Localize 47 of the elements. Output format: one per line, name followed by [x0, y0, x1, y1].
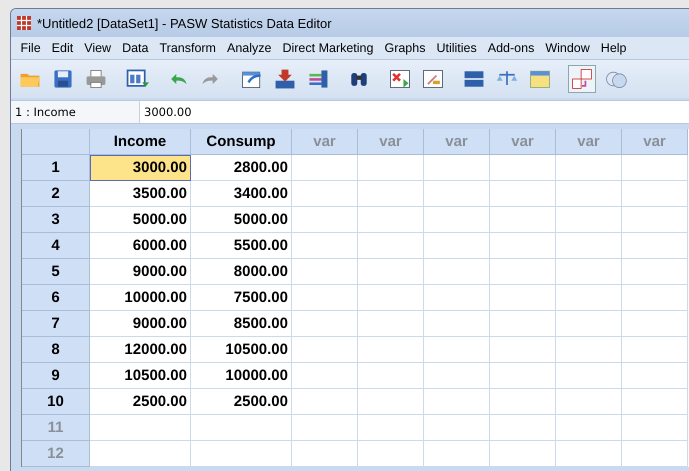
table-cell[interactable]: 8000.00 — [191, 259, 292, 285]
table-cell[interactable]: 10500.00 — [90, 363, 191, 389]
table-cell[interactable]: 3500.00 — [90, 181, 191, 207]
menu-item[interactable]: File — [15, 41, 46, 55]
row-header[interactable]: 8 — [22, 337, 90, 363]
window-title: *Untitled2 [DataSet1] - PASW Statistics Data Editor — [37, 16, 332, 30]
menu-item[interactable]: Help — [595, 41, 632, 55]
table-cell[interactable]: 3000.00 — [90, 155, 191, 181]
table-cell[interactable]: 12000.00 — [90, 337, 191, 363]
row-header[interactable]: 1 — [22, 155, 90, 181]
table-cell[interactable]: 10000.00 — [191, 363, 292, 389]
menu-item[interactable]: Window — [540, 41, 596, 55]
row-header[interactable]: 4 — [22, 233, 90, 259]
row-header[interactable]: 10 — [22, 389, 90, 415]
table-cell[interactable]: 2800.00 — [191, 155, 292, 181]
table-cell[interactable]: 5000.00 — [90, 207, 191, 233]
table-cell[interactable]: 10500.00 — [191, 337, 292, 363]
table-cell[interactable]: 5500.00 — [191, 233, 292, 259]
table-cell[interactable]: 9000.00 — [90, 311, 191, 337]
menu-item[interactable]: Utilities — [430, 41, 482, 55]
table-cell[interactable]: 8500.00 — [191, 311, 292, 337]
menu-item[interactable]: View — [78, 41, 117, 55]
menu-item[interactable]: Transform — [154, 41, 222, 55]
row-header[interactable]: 7 — [22, 311, 90, 337]
cell-value-field[interactable]: 3000.00 — [140, 101, 689, 123]
table-cell[interactable]: 3400.00 — [191, 181, 292, 207]
menu-item[interactable]: Add-ons — [482, 41, 540, 55]
menu-item[interactable]: Analyze — [221, 41, 277, 55]
menu-item[interactable]: Edit — [46, 41, 79, 55]
menu-item[interactable]: Direct Marketing — [276, 41, 379, 55]
table-cell[interactable]: 10000.00 — [90, 285, 191, 311]
row-header[interactable]: 2 — [22, 181, 90, 207]
table-cell[interactable]: 9000.00 — [90, 259, 191, 285]
table-cell[interactable]: 5000.00 — [191, 207, 292, 233]
row-header[interactable]: 5 — [22, 259, 90, 285]
table-cell[interactable]: 2500.00 — [191, 389, 292, 415]
table-cell[interactable]: 6000.00 — [90, 233, 191, 259]
menu-item[interactable]: Data — [116, 41, 154, 55]
row-header[interactable]: 9 — [22, 363, 90, 389]
table-cell[interactable]: 7500.00 — [191, 285, 292, 311]
row-header[interactable]: 3 — [22, 207, 90, 233]
row-header[interactable]: 6 — [22, 285, 90, 311]
cell-reference: 1 : Income — [11, 101, 140, 123]
column-header[interactable]: Income — [90, 129, 191, 155]
menu-item[interactable]: Graphs — [378, 41, 431, 55]
table-cell[interactable]: 2500.00 — [90, 389, 191, 415]
column-header[interactable]: Consump — [191, 129, 292, 155]
